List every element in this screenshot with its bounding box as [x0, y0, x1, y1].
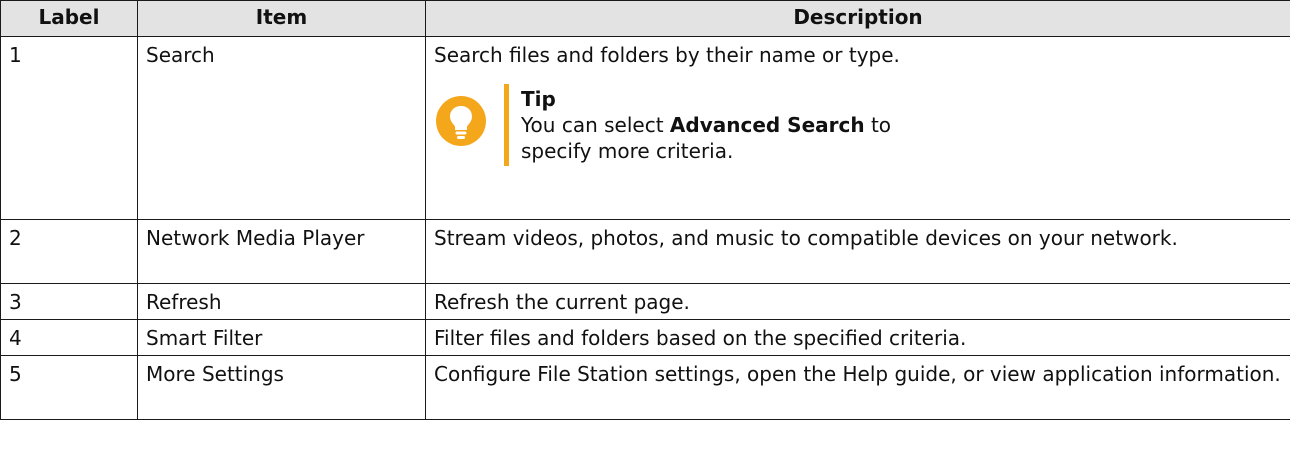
table-header-row: Label Item Description: [0, 0, 1290, 37]
table-row: 3 Refresh Refresh the current page.: [0, 283, 1290, 320]
table-row: 5 More Settings Configure File Station s…: [0, 355, 1290, 420]
tip-callout: Tip You can select Advanced Search to sp…: [434, 84, 1282, 166]
label-cell: 4: [0, 319, 138, 356]
lightbulb-icon: [436, 96, 486, 146]
table-row: 2 Network Media Player Stream videos, ph…: [0, 219, 1290, 284]
description-cell: Search files and folders by their name o…: [425, 36, 1290, 220]
column-header-item: Item: [137, 0, 426, 37]
item-cell: Network Media Player: [137, 219, 426, 284]
label-cell: 2: [0, 219, 138, 284]
description-cell: Refresh the current page.: [425, 283, 1290, 320]
table-row: 4 Smart Filter Filter files and folders …: [0, 319, 1290, 356]
item-cell: Smart Filter: [137, 319, 426, 356]
feature-table: Label Item Description 1 Search Search f…: [0, 0, 1290, 420]
tip-text-bold: Advanced Search: [669, 113, 865, 137]
table-row: 1 Search Search files and folders by the…: [0, 36, 1290, 220]
column-header-description: Description: [425, 0, 1290, 37]
item-cell: Search: [137, 36, 426, 220]
description-cell: Stream videos, photos, and music to comp…: [425, 219, 1290, 284]
description-text: Search files and folders by their name o…: [434, 43, 900, 67]
tip-title: Tip: [521, 87, 556, 111]
item-cell: More Settings: [137, 355, 426, 420]
label-cell: 5: [0, 355, 138, 420]
column-header-label: Label: [0, 0, 138, 37]
item-cell: Refresh: [137, 283, 426, 320]
tip-text-before: You can select: [521, 113, 670, 137]
tip-text: You can select Advanced Search to specif…: [521, 112, 951, 164]
label-cell: 1: [0, 36, 138, 220]
description-cell: Configure File Station settings, open th…: [425, 355, 1290, 420]
label-cell: 3: [0, 283, 138, 320]
description-cell: Filter files and folders based on the sp…: [425, 319, 1290, 356]
tip-body: Tip You can select Advanced Search to sp…: [504, 84, 951, 166]
